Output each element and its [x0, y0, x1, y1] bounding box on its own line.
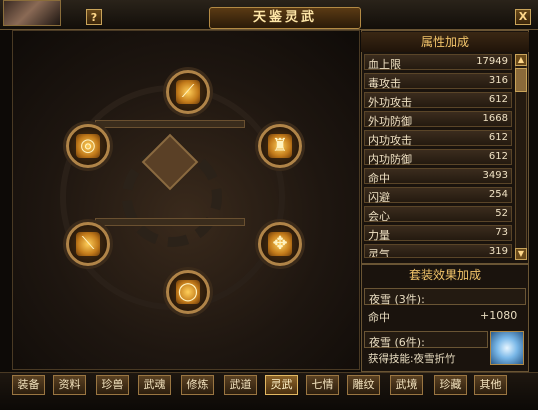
attr-row: 内功攻击 612 — [364, 130, 512, 147]
attr-name: 内功防御 — [368, 153, 412, 166]
set3-label: 夜雪 (3件): — [369, 293, 425, 306]
set3-stat-name: 命中 — [368, 311, 390, 324]
attr-name: 外功防御 — [368, 115, 412, 128]
attr-name: 会心 — [368, 210, 390, 223]
attr-value: 1668 — [482, 113, 508, 124]
tab-carving[interactable]: 雕纹 — [347, 375, 380, 395]
tab-collection[interactable]: 珍藏 — [434, 375, 467, 395]
equip-slot-ring-left[interactable]: ◎ — [66, 124, 110, 168]
tab-lingwu[interactable]: 灵武 — [265, 375, 298, 395]
attr-value: 316 — [488, 75, 508, 86]
scroll-thumb[interactable] — [515, 68, 527, 92]
set3-stat-value: +1080 — [480, 309, 518, 322]
set6-skill-text: 获得技能:夜雪折竹 — [368, 353, 456, 365]
attribute-header: 属性加成 — [361, 32, 529, 52]
attr-name: 毒攻击 — [368, 77, 401, 90]
scroll-up-arrow-icon[interactable]: ▲ — [515, 54, 527, 66]
attr-value: 612 — [488, 132, 508, 143]
attr-value: 3493 — [482, 170, 508, 181]
attr-name: 闪避 — [368, 191, 390, 204]
attr-row: 内功防御 612 — [364, 149, 512, 166]
attr-value: 73 — [495, 227, 508, 238]
tab-qiqing[interactable]: 七情 — [306, 375, 339, 395]
attr-name: 血上限 — [368, 58, 401, 71]
bar-decoration-bottom — [95, 218, 245, 226]
attr-name: 力量 — [368, 229, 390, 242]
equip-slot-spear[interactable]: ⟋ — [166, 70, 210, 114]
skill-snow-icon[interactable] — [490, 331, 524, 365]
attr-value: 319 — [488, 246, 508, 257]
window-title: 天鉴灵武 — [252, 10, 317, 25]
set-bonus-header: 套装效果加成 — [408, 268, 481, 282]
attr-row: 命中 3493 — [364, 168, 512, 185]
tab-equipment[interactable]: 装备 — [12, 375, 45, 395]
equip-slot-armor[interactable]: ♜ — [258, 124, 302, 168]
tab-wudao[interactable]: 武道 — [224, 375, 257, 395]
attr-name: 命中 — [368, 172, 390, 185]
equip-slot-fan[interactable]: ✥ — [258, 222, 302, 266]
set6-label: 夜雪 (6件): — [369, 336, 425, 349]
attr-value: 612 — [488, 151, 508, 162]
set3-label-box: 夜雪 (3件): — [364, 288, 526, 306]
tab-pet[interactable]: 珍兽 — [96, 375, 129, 395]
attr-row: 外功攻击 612 — [364, 92, 512, 109]
attr-name: 灵气 — [368, 248, 390, 258]
attr-value: 52 — [495, 208, 508, 219]
tab-profile[interactable]: 资料 — [53, 375, 86, 395]
attr-row: 闪避 254 — [364, 187, 512, 204]
attr-row: 血上限 17949 — [364, 54, 512, 71]
attr-row: 毒攻击 316 — [364, 73, 512, 90]
attr-value: 254 — [488, 189, 508, 200]
equip-slot-dagger[interactable]: ⟍ — [66, 222, 110, 266]
attr-row: 灵气 319 — [364, 244, 512, 258]
attr-row: 会心 52 — [364, 206, 512, 223]
tab-training[interactable]: 修炼 — [181, 375, 214, 395]
scroll-down-arrow-icon[interactable]: ▼ — [515, 248, 527, 260]
attr-row: 力量 73 — [364, 225, 512, 242]
tab-soul[interactable]: 武魂 — [138, 375, 171, 395]
bar-decoration-top — [95, 120, 245, 128]
set6-label-box: 夜雪 (6件): — [364, 331, 488, 349]
attr-name: 外功攻击 — [368, 96, 412, 109]
attr-name: 内功攻击 — [368, 134, 412, 147]
attr-value: 17949 — [476, 56, 508, 67]
tab-other[interactable]: 其他 — [474, 375, 507, 395]
close-button[interactable]: X — [515, 9, 531, 25]
help-button[interactable]: ? — [86, 9, 102, 25]
attr-value: 612 — [488, 94, 508, 105]
character-avatar[interactable] — [3, 0, 61, 26]
attr-row: 外功防御 1668 — [364, 111, 512, 128]
tab-realm[interactable]: 武境 — [390, 375, 423, 395]
equip-slot-bracelet[interactable]: ◯ — [166, 270, 210, 314]
